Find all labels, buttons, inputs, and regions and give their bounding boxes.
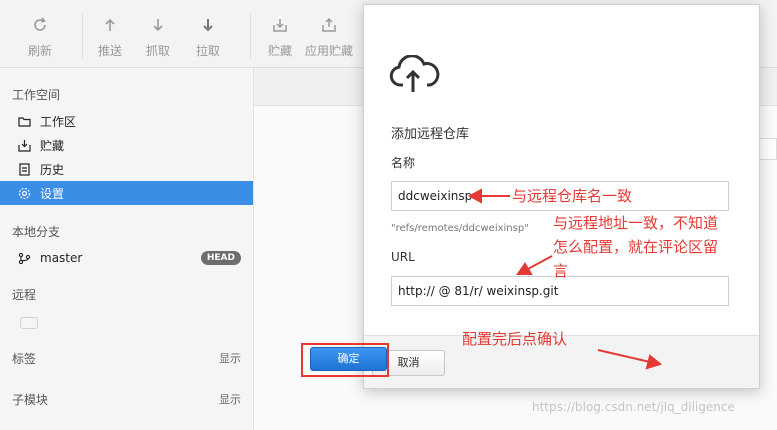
folder-icon bbox=[18, 116, 31, 127]
ref-path-hint: "refs/remotes/ddcweixinsp" bbox=[391, 223, 529, 234]
sidebar-item-workspace[interactable]: 工作区 bbox=[0, 109, 253, 133]
gear-icon bbox=[18, 187, 31, 199]
submodules-show-link[interactable]: 显示 bbox=[219, 391, 241, 407]
local-branches-section-title: 本地分支 bbox=[12, 225, 61, 239]
url-label: URL bbox=[391, 250, 415, 264]
sidebar-item-label: 历史 bbox=[40, 162, 65, 177]
sidebar-item-label: 贮藏 bbox=[40, 138, 65, 153]
remotes-section-title: 远程 bbox=[12, 288, 37, 302]
fetch-icon bbox=[153, 19, 163, 32]
push-label: 推送 bbox=[97, 44, 122, 58]
cloud-upload-icon bbox=[389, 55, 440, 92]
sidebar-item-stash[interactable]: 贮藏 bbox=[0, 133, 253, 157]
sidebar-item-label: 设置 bbox=[40, 186, 65, 201]
name-annotation: 与远程仓库名一致 bbox=[512, 187, 633, 205]
fetch-label: 抓取 bbox=[145, 44, 170, 58]
history-icon bbox=[19, 162, 30, 176]
refresh-label: 刷新 bbox=[27, 44, 52, 58]
url-annotation-line1: 与远程地址一致，不知道 bbox=[553, 214, 719, 232]
branch-icon bbox=[18, 252, 31, 264]
workspace-section-title: 工作空间 bbox=[12, 88, 61, 102]
watermark: https://blog.csdn.net/jlq_diligence bbox=[532, 400, 735, 414]
confirm-annotation: 配置完后点确认 bbox=[462, 330, 568, 348]
stash-icon bbox=[18, 139, 31, 152]
apply-stash-icon bbox=[322, 17, 336, 32]
pull-icon bbox=[203, 19, 213, 32]
remote-placeholder-icon bbox=[20, 317, 38, 329]
pull-button[interactable]: 拉取 bbox=[178, 12, 238, 62]
push-icon bbox=[105, 18, 115, 31]
apply-stash-label: 应用贮藏 bbox=[304, 44, 353, 58]
sidebar: 工作空间 工作区 贮藏 历史 设置 本地分支 master HEAD 远程 标签… bbox=[0, 68, 254, 430]
sidebar-item-label: 工作区 bbox=[40, 114, 77, 129]
apply-stash-button[interactable]: 应用贮藏 bbox=[299, 12, 359, 62]
branch-name: master bbox=[40, 251, 83, 265]
stash-icon bbox=[273, 19, 287, 32]
sidebar-item-settings[interactable]: 设置 bbox=[0, 181, 253, 205]
tags-show-link[interactable]: 显示 bbox=[219, 350, 241, 366]
branch-item-master[interactable]: master HEAD bbox=[0, 246, 253, 270]
pull-label: 拉取 bbox=[195, 44, 220, 58]
submodules-section-title: 子模块 bbox=[12, 393, 49, 407]
dialog-title: 添加远程仓库 bbox=[391, 127, 470, 142]
ok-button[interactable]: 确定 bbox=[310, 347, 387, 371]
refresh-icon bbox=[34, 17, 46, 31]
url-annotation-line3: 言 bbox=[553, 262, 569, 280]
name-label: 名称 bbox=[391, 156, 416, 170]
url-annotation-line2: 怎么配置，就在评论区留 bbox=[553, 238, 719, 256]
sidebar-item-history[interactable]: 历史 bbox=[0, 157, 253, 181]
refresh-button[interactable]: 刷新 bbox=[10, 12, 70, 62]
tags-section-title: 标签 bbox=[12, 352, 37, 366]
stash-label: 贮藏 bbox=[267, 44, 292, 58]
head-badge: HEAD bbox=[200, 251, 241, 265]
